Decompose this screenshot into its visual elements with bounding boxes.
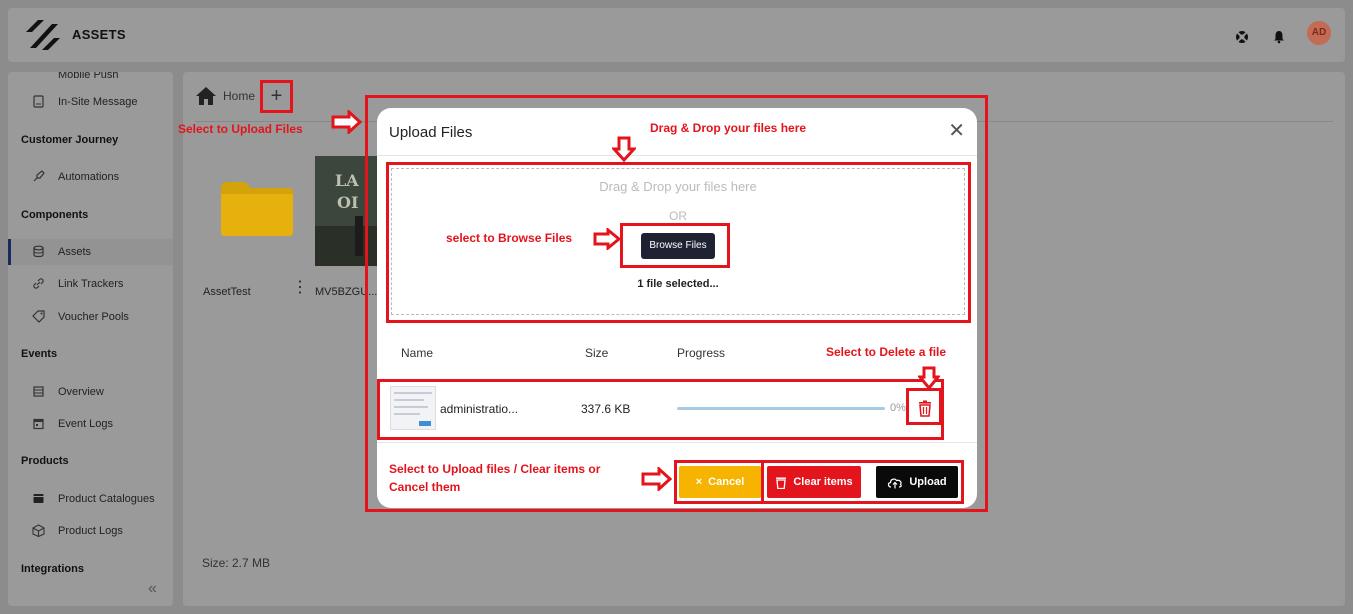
arrow-right-icon bbox=[641, 467, 673, 491]
group-customer-journey: Customer Journey bbox=[21, 134, 119, 146]
arrow-right-icon bbox=[331, 110, 363, 134]
sidebar: Mobile Push In-Site Message Customer Jou… bbox=[8, 72, 173, 606]
rocket-icon bbox=[33, 170, 45, 182]
link-icon bbox=[33, 278, 44, 289]
sidebar-item-automations[interactable]: Automations bbox=[8, 164, 173, 190]
annotation-delete-outline bbox=[906, 388, 942, 425]
top-header: ASSETS AD bbox=[8, 8, 1345, 62]
asset-name[interactable]: AssetTest bbox=[203, 286, 251, 298]
box-icon bbox=[32, 524, 45, 537]
annotation-browse-outline bbox=[620, 223, 730, 268]
sidebar-item-overview[interactable]: Overview bbox=[8, 379, 173, 405]
annotation-browse: select to Browse Files bbox=[446, 231, 573, 245]
group-integrations: Integrations bbox=[21, 563, 84, 575]
user-avatar[interactable]: AD bbox=[1307, 21, 1331, 45]
annotation-delete: Select to Delete a file bbox=[826, 345, 947, 359]
sidebar-item-label: Overview bbox=[58, 386, 104, 398]
annotation-footer-line2: Cancel them bbox=[389, 480, 461, 494]
message-icon bbox=[33, 95, 44, 108]
annotation-drag-drop: Drag & Drop your files here bbox=[650, 121, 807, 135]
sidebar-item-label: Event Logs bbox=[58, 418, 114, 430]
sidebar-item-label: Mobile Push bbox=[58, 72, 119, 81]
annotation-footer-line1: Select to Upload files / Clear items or bbox=[389, 462, 601, 476]
sidebar-item-label: Product Catalogues bbox=[58, 493, 155, 505]
svg-text:LA: LA bbox=[335, 171, 359, 190]
sidebar-item-label: Product Logs bbox=[58, 525, 123, 537]
arrow-right-icon bbox=[593, 228, 621, 250]
catalogue-icon bbox=[33, 494, 44, 503]
sidebar-item-label: Link Trackers bbox=[58, 278, 124, 290]
annotation-upload-files: Select to Upload Files bbox=[178, 122, 303, 136]
add-files-button[interactable]: + bbox=[260, 80, 293, 113]
app-title: ASSETS bbox=[72, 27, 126, 42]
sidebar-item-voucher-pools[interactable]: Voucher Pools bbox=[8, 304, 173, 330]
annotation-cancel-outline bbox=[674, 460, 764, 504]
annotation-file-row-outline bbox=[377, 379, 944, 440]
more-options-icon[interactable]: ⋮ bbox=[292, 280, 308, 296]
overview-icon bbox=[33, 386, 44, 397]
sidebar-item-product-logs[interactable]: Product Logs bbox=[8, 518, 173, 544]
sidebar-item-event-logs[interactable]: Event Logs bbox=[8, 411, 173, 437]
sidebar-item-label: Voucher Pools bbox=[58, 311, 129, 323]
total-size-label: Size: 2.7 MB bbox=[202, 556, 271, 570]
arrow-down-icon bbox=[918, 366, 940, 390]
group-components: Components bbox=[21, 209, 89, 221]
tag-icon bbox=[32, 310, 45, 323]
database-icon bbox=[33, 245, 44, 258]
svg-text:OI: OI bbox=[337, 193, 358, 212]
bell-icon[interactable] bbox=[1272, 30, 1286, 44]
breadcrumb-home[interactable]: Home bbox=[223, 89, 255, 103]
calendar-icon bbox=[33, 418, 44, 430]
sidebar-item-link-trackers[interactable]: Link Trackers bbox=[8, 271, 173, 297]
sidebar-item-in-site-message[interactable]: In-Site Message bbox=[8, 89, 173, 115]
home-icon[interactable] bbox=[195, 85, 217, 107]
group-products: Products bbox=[21, 455, 69, 467]
group-events: Events bbox=[21, 348, 58, 360]
brand-logo-icon[interactable] bbox=[22, 18, 62, 52]
folder-icon[interactable] bbox=[219, 178, 295, 238]
sidebar-item-label: Assets bbox=[58, 246, 92, 258]
lifebuoy-icon[interactable] bbox=[1235, 30, 1249, 44]
sidebar-item-label: Automations bbox=[58, 171, 120, 183]
sidebar-item-label: In-Site Message bbox=[58, 96, 138, 108]
sidebar-item-assets[interactable]: Assets bbox=[8, 239, 173, 265]
arrow-down-icon bbox=[612, 136, 636, 162]
collapse-sidebar-button[interactable]: « bbox=[148, 580, 157, 598]
sidebar-item-mobile-push[interactable]: Mobile Push bbox=[8, 72, 173, 88]
sidebar-item-product-catalogues[interactable]: Product Catalogues bbox=[8, 486, 173, 512]
